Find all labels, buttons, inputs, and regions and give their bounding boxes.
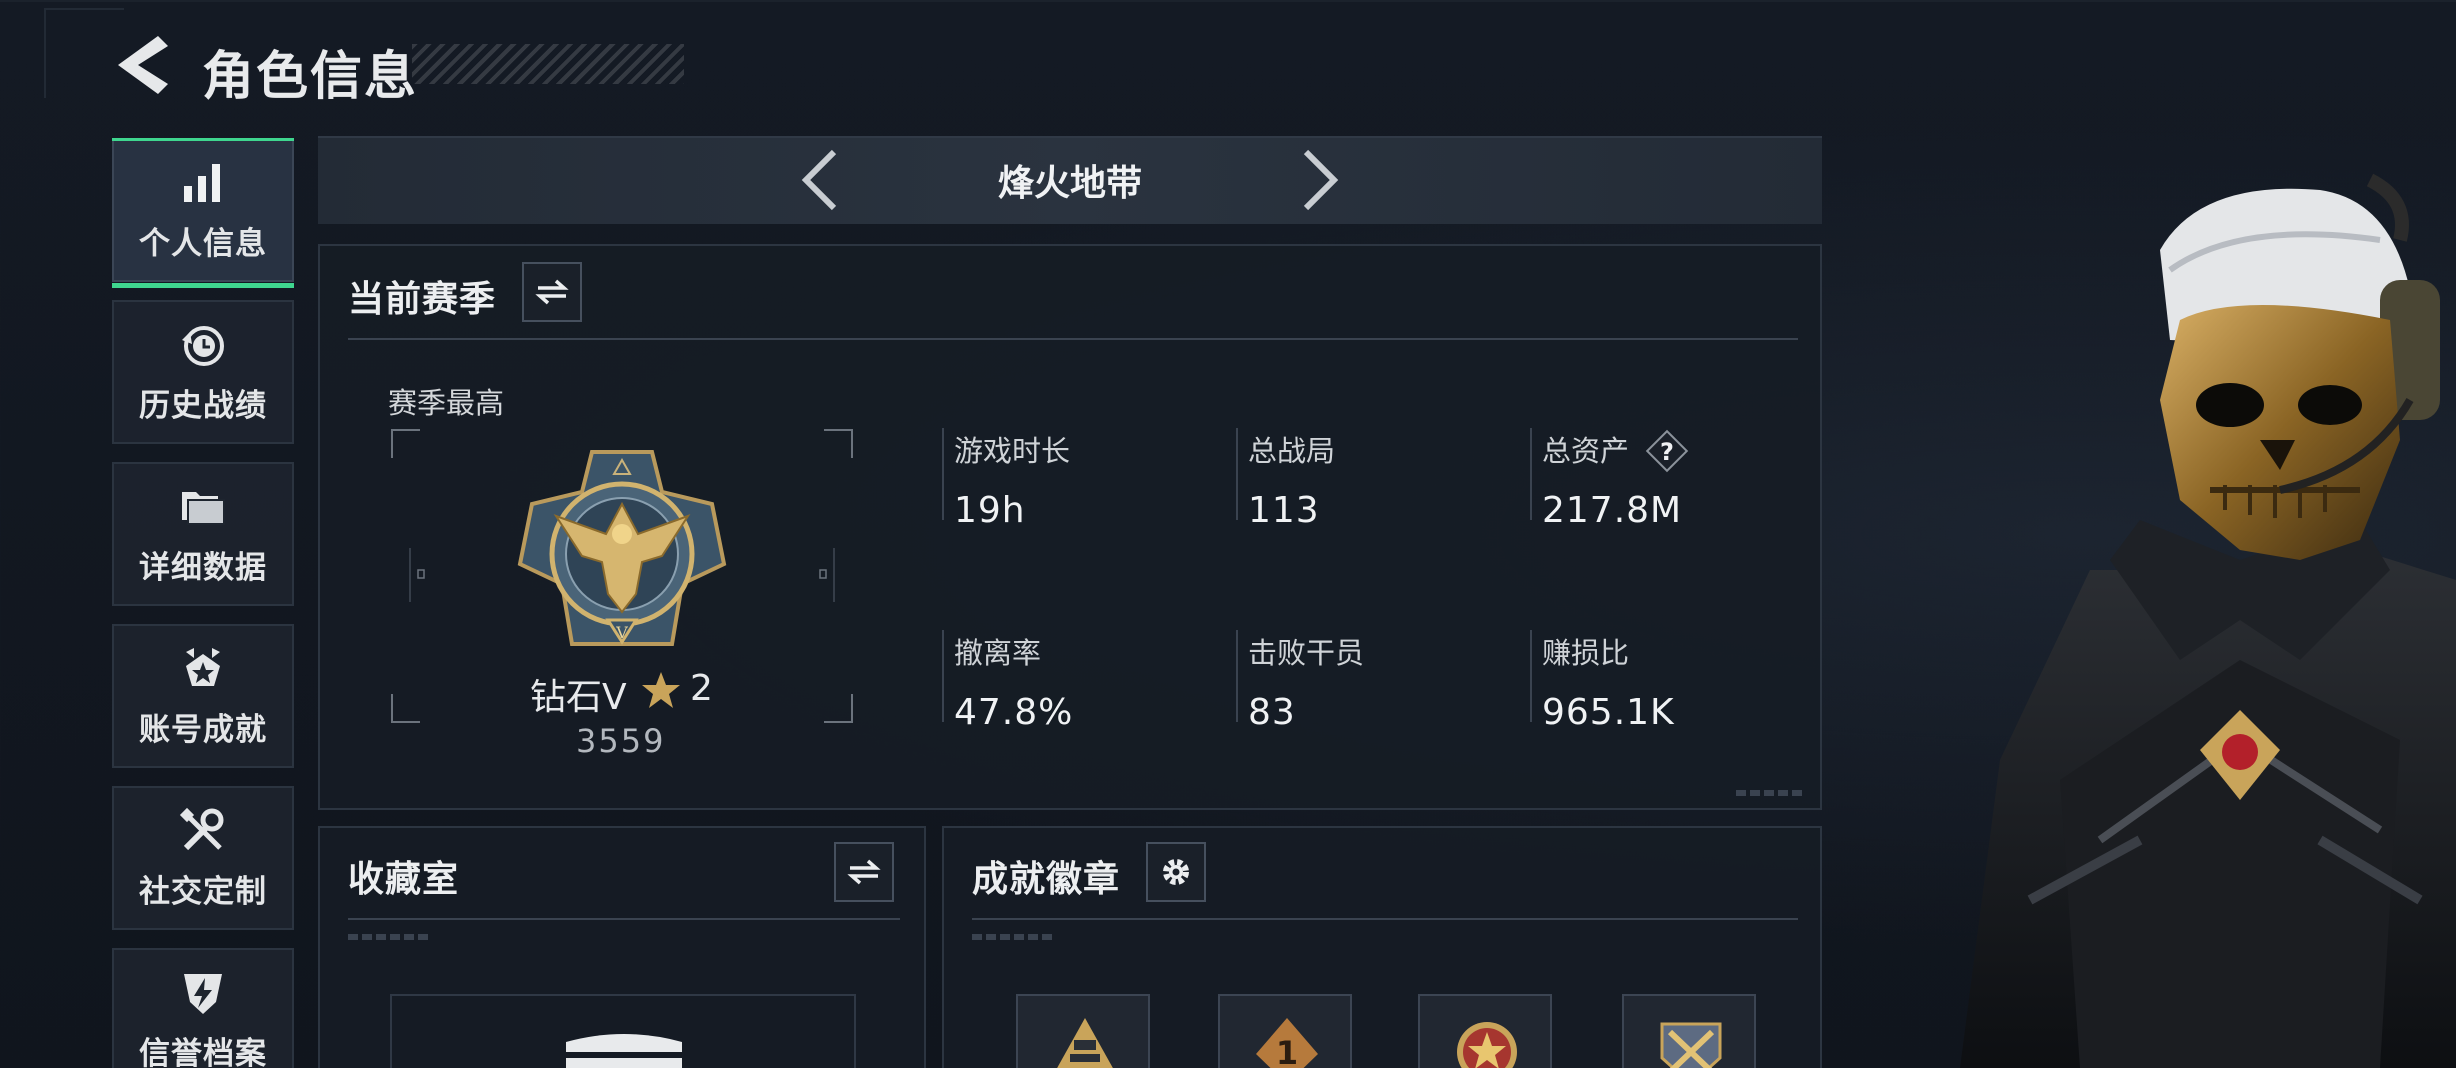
stat-play-time: 游戏时长 19h (942, 428, 1071, 531)
shield-lightning-icon (184, 973, 222, 1014)
divider (348, 338, 1798, 340)
nav-item-history[interactable]: 历史战绩 (112, 300, 294, 444)
nav-item-label: 历史战绩 (139, 387, 267, 424)
title-decoration (412, 44, 684, 84)
achievement-badge[interactable] (1016, 994, 1150, 1068)
season-title: 当前赛季 (348, 279, 497, 320)
stat-label: 赚损比 (1542, 636, 1630, 670)
nav-item-label: 个人信息 (139, 225, 267, 262)
achievement-badge[interactable] (1418, 994, 1552, 1068)
help-icon[interactable]: ? (1644, 428, 1690, 474)
back-arrow-icon[interactable] (108, 30, 174, 100)
stat-value: 19h (954, 490, 1026, 531)
stat-value: 965.1K (1542, 692, 1675, 733)
collection-title: 收藏室 (348, 859, 460, 900)
folder-icon (182, 491, 225, 525)
tools-icon (179, 807, 224, 850)
stat-label: 击败干员 (1248, 636, 1365, 670)
stat-operators-defeated: 击败干员 83 (1236, 630, 1365, 733)
chevron-left-icon[interactable] (796, 148, 846, 212)
diamond-rank-emblem-icon: V (517, 450, 727, 646)
svg-text:1: 1 (1276, 1034, 1298, 1068)
stat-label: 撤离率 (954, 636, 1042, 670)
season-switch-button[interactable] (522, 262, 582, 322)
nav-item-detailed-data[interactable]: 详细数据 (112, 462, 294, 606)
badge-settings-button[interactable] (1146, 842, 1206, 902)
collection-switch-button[interactable] (834, 842, 894, 902)
stat-total-matches: 总战局 113 (1236, 428, 1336, 531)
stat-value: 83 (1248, 692, 1296, 733)
chest-icon (566, 1034, 682, 1068)
star-medal-badge-icon (1457, 1022, 1517, 1068)
nav-item-label: 账号成就 (139, 711, 267, 748)
swap-icon (535, 279, 569, 305)
star-icon (642, 672, 680, 708)
nav-item-social-custom[interactable]: 社交定制 (112, 786, 294, 930)
badges-title: 成就徽章 (972, 859, 1121, 900)
page-title: 角色信息 (202, 47, 419, 107)
divider (348, 918, 900, 920)
stat-value: 113 (1248, 490, 1320, 531)
svg-text:?: ? (1660, 438, 1674, 466)
panel-decoration (348, 934, 428, 940)
nav-item-label: 详细数据 (139, 549, 267, 586)
stat-label: 总战局 (1248, 434, 1336, 468)
rank-points: 3559 (576, 722, 666, 760)
chevron-right-icon[interactable] (1294, 148, 1344, 212)
nav-item-label: 信誉档案 (139, 1035, 267, 1068)
stat-value: 217.8M (1542, 490, 1683, 531)
nav-item-account-achievement[interactable]: 账号成就 (112, 624, 294, 768)
stat-profit-loss-ratio: 赚损比 965.1K (1530, 630, 1675, 733)
panel-decoration (972, 934, 1052, 940)
swap-icon (847, 859, 881, 885)
svg-text:V: V (615, 623, 628, 642)
nav-item-label: 社交定制 (139, 873, 267, 910)
gear-icon (1163, 859, 1189, 885)
nav-item-reputation[interactable]: 信誉档案 (112, 948, 294, 1068)
character-model (1960, 173, 2456, 1068)
rank-star-count: 2 (690, 668, 713, 709)
bar-chart-icon (184, 163, 220, 202)
achievement-badge[interactable]: 1 (1218, 994, 1352, 1068)
rank-name: 钻石V (530, 677, 627, 718)
divider (972, 918, 1798, 920)
achievement-badge[interactable] (1622, 994, 1756, 1068)
mode-selector-bar (318, 136, 1822, 224)
stat-extraction-rate: 撤离率 47.8% (942, 630, 1073, 733)
panel-decoration (1736, 790, 1806, 796)
crossed-weapons-badge-icon (1660, 1022, 1722, 1068)
number-one-badge-icon: 1 (1256, 1018, 1318, 1068)
achievement-star-icon (186, 647, 220, 686)
tower-badge-icon (1057, 1018, 1113, 1068)
history-clock-icon (182, 325, 224, 366)
stat-value: 47.8% (954, 692, 1074, 733)
season-best-label: 赛季最高 (388, 386, 505, 420)
nav-item-personal-info[interactable]: 个人信息 (112, 138, 294, 288)
stat-label: 游戏时长 (954, 434, 1071, 468)
